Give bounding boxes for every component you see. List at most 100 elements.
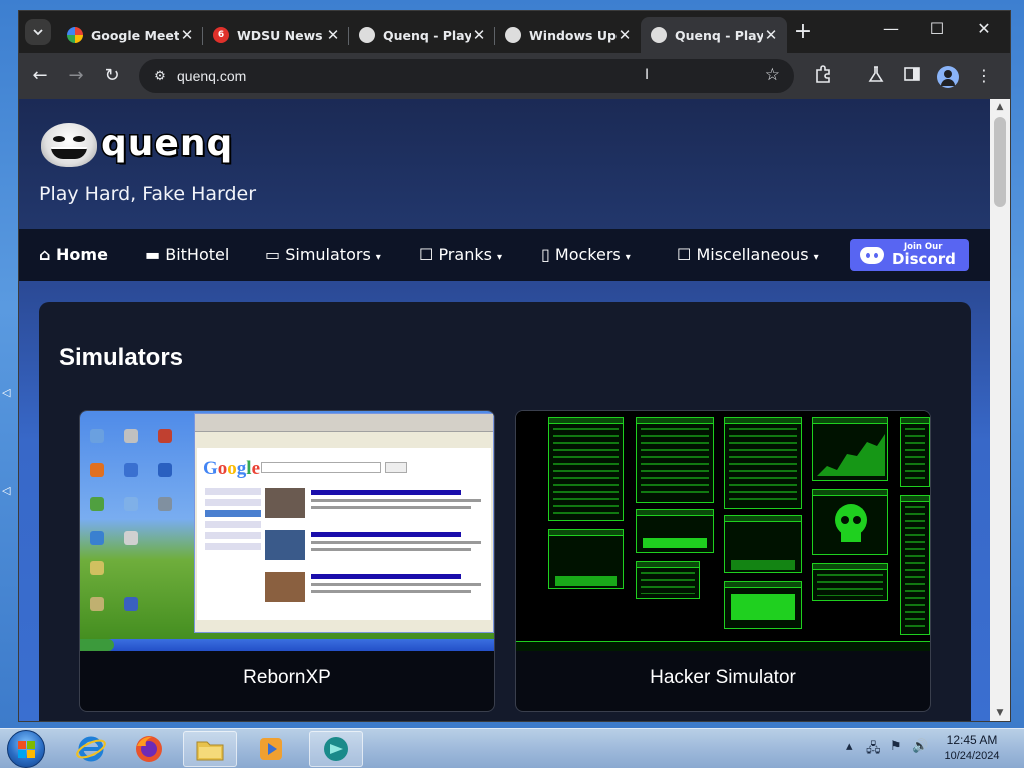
back-button[interactable]: ← xyxy=(29,65,51,87)
clock-time: 12:45 AM xyxy=(946,733,998,747)
laptop-icon: ▭ xyxy=(265,245,281,264)
active-browser-app[interactable] xyxy=(309,731,363,767)
forward-button[interactable]: → xyxy=(65,65,87,87)
tab-search-button[interactable] xyxy=(25,19,51,45)
minimize-button[interactable]: — xyxy=(876,19,906,38)
site-logo-text[interactable]: quenq xyxy=(99,122,233,166)
scroll-up-arrow-icon[interactable]: ▲ xyxy=(990,102,1010,112)
file-explorer-app[interactable] xyxy=(183,731,237,767)
tab-windows-update[interactable]: Windows Upd ✕ xyxy=(495,17,641,53)
nav-item-pranks[interactable]: ☐ Pranks ▾ xyxy=(419,245,502,264)
countdown-window xyxy=(636,509,714,553)
skull-window xyxy=(812,489,888,555)
trollface-icon xyxy=(505,27,521,43)
windows-logo-icon xyxy=(18,741,36,759)
new-tab-button[interactable]: + xyxy=(791,21,815,43)
menu-kebab-icon[interactable]: ⋮ xyxy=(973,65,995,87)
countdown-display xyxy=(643,538,707,548)
tab-wdsu-news[interactable]: 6 WDSU News ✕ xyxy=(203,17,349,53)
trollface-icon xyxy=(359,27,375,43)
nav-item-mockers[interactable]: ▯ Mockers ▾ xyxy=(541,245,631,264)
progress-bar xyxy=(555,576,617,586)
scrollbar-thumb[interactable] xyxy=(994,117,1006,207)
xp-toolbar xyxy=(195,414,493,432)
hacker-code-window xyxy=(724,417,802,509)
site-tagline: Play Hard, Fake Harder xyxy=(39,183,257,205)
browser-toolbar: ← → ↻ ⚙ quenq.com I ☆ ⋮ xyxy=(19,53,1010,99)
chevron-down-icon xyxy=(33,29,43,36)
card-title[interactable]: RebornXP xyxy=(80,667,494,689)
close-icon[interactable]: ✕ xyxy=(763,26,779,44)
tab-quenq-1[interactable]: Quenq - Play ✕ xyxy=(349,17,495,53)
nav-item-bithotel[interactable]: ▬ BitHotel xyxy=(145,245,229,264)
labs-flask-icon[interactable] xyxy=(865,65,887,89)
desktop-icon xyxy=(124,429,138,443)
media-player-app[interactable] xyxy=(244,731,298,767)
trollface-logo-icon[interactable] xyxy=(41,123,97,167)
section-title: Simulators xyxy=(59,344,184,371)
bookmark-star-icon[interactable]: ☆ xyxy=(765,65,780,85)
logo-eye xyxy=(73,136,85,142)
page-viewport: quenq Play Hard, Fake Harder ⌂ Home ▬ Bi… xyxy=(19,99,990,721)
address-bar[interactable]: ⚙ quenq.com I ☆ xyxy=(139,59,794,93)
close-icon[interactable]: ✕ xyxy=(617,26,633,44)
site-info-icon[interactable]: ⚙ xyxy=(149,69,171,84)
tab-google-meet[interactable]: Google Meet ✕ xyxy=(57,17,203,53)
side-panel-icon[interactable] xyxy=(901,65,923,89)
desktop-icon xyxy=(90,531,104,545)
scroll-down-arrow-icon[interactable]: ▼ xyxy=(990,708,1010,718)
discord-join-button[interactable]: Join Our Discord xyxy=(850,239,969,271)
desktop-icon xyxy=(90,597,104,611)
page-scrollbar[interactable]: ▲ ▼ xyxy=(990,99,1010,721)
google-logo: Google xyxy=(203,458,260,479)
extensions-icon[interactable] xyxy=(812,65,834,89)
nav-label: Home xyxy=(56,245,108,264)
nav-item-miscellaneous[interactable]: ☐ Miscellaneous ▾ xyxy=(677,245,819,264)
tab-title: Google Meet xyxy=(91,27,179,43)
tab-title: Quenq - Play xyxy=(383,27,471,43)
firefox-app[interactable] xyxy=(122,731,176,767)
wdsu-icon: 6 xyxy=(213,27,229,43)
tab-title: Quenq - Play xyxy=(675,27,763,43)
nav-label: Pranks xyxy=(438,245,492,264)
close-icon[interactable]: ✕ xyxy=(325,26,341,44)
system-clock[interactable]: 12:45 AM 10/24/2024 xyxy=(932,733,1012,762)
hacker-directory-window xyxy=(636,417,714,503)
url-text[interactable]: quenq.com xyxy=(177,68,246,84)
square-icon: ☐ xyxy=(677,245,692,264)
desktop-arrow-icon: ◁ xyxy=(2,484,11,497)
start-button[interactable] xyxy=(7,730,45,768)
internet-explorer-app[interactable] xyxy=(64,731,118,767)
tab-quenq-active[interactable]: Quenq - Play ✕ xyxy=(641,17,787,53)
browser-window: Google Meet ✕ 6 WDSU News ✕ Quenq - Play… xyxy=(18,10,1011,722)
hacker-taskbar xyxy=(516,641,930,651)
search-result xyxy=(265,572,485,606)
xp-taskbar xyxy=(80,639,494,651)
hacker-simulator-thumbnail xyxy=(516,411,930,651)
hacker-graph-window xyxy=(812,417,888,481)
browser-app-icon xyxy=(324,737,348,761)
nav-item-home[interactable]: ⌂ Home xyxy=(39,245,108,264)
maximize-button[interactable]: ☐ xyxy=(922,19,952,38)
nav-item-simulators[interactable]: ▭ Simulators ▾ xyxy=(265,245,381,264)
card-title[interactable]: Hacker Simulator xyxy=(516,667,930,689)
xp-start-button xyxy=(80,639,114,651)
card-rebornxp[interactable]: Google RebornXP xyxy=(79,410,495,712)
caret-down-icon: ▾ xyxy=(375,252,381,263)
card-hacker-simulator[interactable]: Hacker Simulator xyxy=(515,410,931,712)
desktop-icon xyxy=(90,429,104,443)
access-denied-window xyxy=(636,561,700,599)
action-center-flag-icon[interactable]: ⚑ xyxy=(890,739,902,754)
close-icon[interactable]: ✕ xyxy=(179,26,195,44)
search-result xyxy=(265,488,485,522)
folder-icon xyxy=(196,741,224,761)
internet-explorer-icon xyxy=(76,736,106,762)
reload-button[interactable]: ↻ xyxy=(101,65,123,87)
close-window-button[interactable]: ✕ xyxy=(969,19,999,38)
profile-avatar[interactable] xyxy=(937,66,959,88)
uploading-malware-window xyxy=(548,529,624,589)
show-hidden-icons-button[interactable]: ▴ xyxy=(846,739,853,754)
close-icon[interactable]: ✕ xyxy=(471,26,487,44)
volume-icon[interactable]: 🔊 xyxy=(912,739,928,754)
network-icon[interactable]: 🖧 xyxy=(866,739,881,761)
